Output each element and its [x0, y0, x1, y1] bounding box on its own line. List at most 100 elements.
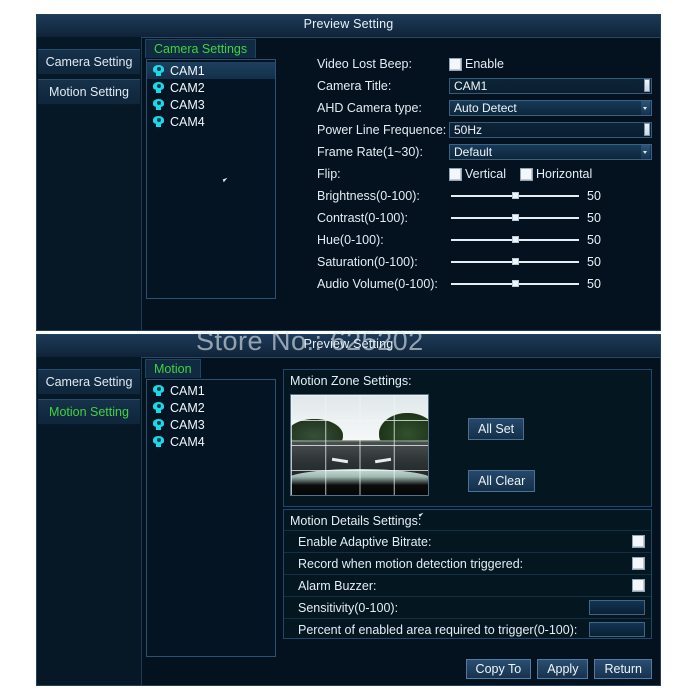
motion-zone-grid[interactable] — [291, 395, 428, 495]
field-label: Saturation(0-100): — [317, 255, 418, 269]
sidebar-item-motion-setting[interactable]: Motion Setting — [38, 399, 140, 425]
flip-horizontal-checkbox[interactable] — [520, 167, 533, 181]
list-item[interactable]: CAM4 — [147, 113, 275, 130]
sidebar-item-camera-setting[interactable]: Camera Setting — [38, 369, 140, 395]
contrast-value: 50 — [587, 211, 601, 225]
camera-label: CAM3 — [170, 417, 205, 432]
sidebar-camera: Camera Setting Motion Setting — [37, 37, 142, 330]
contrast-slider[interactable] — [451, 211, 579, 225]
camera-label: CAM4 — [170, 434, 205, 449]
camera-title-input[interactable]: CAM1 — [449, 78, 652, 94]
sidebar-item-motion-setting[interactable]: Motion Setting — [38, 79, 140, 105]
percent-enabled-area-input[interactable] — [589, 622, 645, 637]
list-item[interactable]: CAM3 — [147, 96, 275, 113]
tab-camera-settings[interactable]: Camera Settings — [145, 39, 257, 58]
power-line-frequence-caret — [644, 123, 650, 136]
camera-label: CAM1 — [170, 383, 205, 398]
field-camera-title: Camera Title: CAM1 — [317, 75, 652, 97]
alarm-buzzer-checkbox[interactable] — [632, 579, 645, 592]
hue-value: 50 — [587, 233, 601, 247]
camera-icon — [153, 65, 164, 76]
field-flip: Flip: Vertical Horizontal — [317, 163, 652, 185]
sidebar-item-camera-setting[interactable]: Camera Setting — [38, 49, 140, 75]
sidebar-item-label: Camera Setting — [45, 375, 133, 389]
record-on-motion-checkbox[interactable] — [632, 557, 645, 570]
camera-icon — [153, 99, 164, 110]
slider-knob[interactable] — [512, 258, 519, 265]
saturation-slider[interactable] — [451, 255, 579, 269]
row-label: Record when motion detection triggered: — [298, 556, 524, 571]
checkbox-label: Horizontal — [536, 167, 593, 181]
row-label: Alarm Buzzer: — [298, 578, 377, 593]
enable-adaptive-bitrate-checkbox[interactable] — [632, 535, 645, 548]
chevron-down-icon[interactable] — [641, 101, 650, 115]
preview-setting-window-motion: Preview Setting Camera Setting Motion Se… — [36, 334, 661, 686]
hue-slider[interactable] — [451, 233, 579, 247]
audio-volume-slider[interactable] — [451, 277, 579, 291]
checkbox-label: Enable — [465, 57, 504, 71]
field-audio-volume: Audio Volume(0-100): 50 — [317, 273, 652, 295]
field-label: Hue(0-100): — [317, 233, 384, 247]
sidebar-item-label: Motion Setting — [49, 85, 129, 99]
list-item[interactable]: CAM2 — [147, 79, 275, 96]
ahd-camera-type-select[interactable]: Auto Detect — [449, 100, 652, 116]
camera-label: CAM4 — [170, 114, 205, 129]
field-label: Power Line Frequence: — [317, 123, 447, 137]
camera-icon — [153, 116, 164, 127]
field-ahd-camera-type: AHD Camera type: Auto Detect — [317, 97, 652, 119]
camera-list-camera-panel[interactable]: CAM1 CAM2 CAM3 CAM4 — [146, 59, 276, 299]
button-label: Return — [604, 662, 642, 676]
video-lost-beep-checkbox[interactable] — [449, 57, 462, 71]
all-set-button[interactable]: All Set — [468, 418, 525, 440]
button-label: All Set — [478, 422, 515, 436]
row-label: Sensitivity(0-100): — [298, 600, 399, 615]
frame-rate-value: Default — [454, 145, 493, 159]
camera-label: CAM1 — [170, 63, 205, 78]
list-item[interactable]: CAM1 — [147, 382, 275, 399]
camera-label: CAM2 — [170, 80, 205, 95]
saturation-value: 50 — [587, 255, 601, 269]
list-item[interactable]: CAM2 — [147, 399, 275, 416]
motion-zone-panel: Motion Zone Settings: All Set All Clear — [283, 369, 652, 507]
list-item[interactable]: CAM1 — [147, 62, 275, 79]
slider-knob[interactable] — [512, 280, 519, 287]
button-label: Copy To — [475, 662, 522, 676]
camera-list-motion-panel[interactable]: CAM1 CAM2 CAM3 CAM4 — [146, 379, 276, 657]
copy-to-button[interactable]: Copy To — [465, 659, 532, 679]
tab-label: Camera Settings — [154, 42, 248, 56]
all-clear-button[interactable]: All Clear — [468, 470, 536, 492]
tab-motion[interactable]: Motion — [145, 359, 201, 378]
field-brightness: Brightness(0-100): 50 — [317, 185, 652, 207]
list-item[interactable]: CAM3 — [147, 416, 275, 433]
button-label: All Clear — [478, 474, 526, 488]
motion-zone-preview[interactable] — [290, 394, 429, 496]
field-label: Brightness(0-100): — [317, 189, 420, 203]
window-title: Preview Setting — [303, 337, 394, 351]
titlebar-motion: Preview Setting — [37, 335, 660, 358]
slider-knob[interactable] — [512, 236, 519, 243]
brightness-value: 50 — [587, 189, 601, 203]
chevron-down-icon[interactable] — [641, 145, 650, 159]
power-line-frequence-input[interactable]: 50Hz — [449, 122, 652, 138]
frame-rate-select[interactable]: Default — [449, 144, 652, 160]
apply-button[interactable]: Apply — [537, 659, 589, 679]
sensitivity-input[interactable] — [589, 600, 645, 615]
field-label: Audio Volume(0-100): — [317, 277, 438, 291]
camera-icon — [153, 82, 164, 93]
brightness-slider[interactable] — [451, 189, 579, 203]
slider-knob[interactable] — [512, 192, 519, 199]
slider-knob[interactable] — [512, 214, 519, 221]
field-saturation: Saturation(0-100): 50 — [317, 251, 652, 273]
row-alarm-buzzer: Alarm Buzzer: — [284, 574, 651, 596]
audio-volume-value: 50 — [587, 277, 601, 291]
window-body-motion: Camera Setting Motion Setting Motion CAM… — [37, 357, 660, 685]
field-label: Flip: — [317, 167, 341, 181]
row-label: Percent of enabled area required to trig… — [298, 622, 578, 637]
camera-title-caret — [644, 79, 650, 92]
row-label: Enable Adaptive Bitrate: — [298, 534, 432, 549]
list-item[interactable]: CAM4 — [147, 433, 275, 450]
return-button[interactable]: Return — [594, 659, 652, 679]
window-body-camera: Camera Setting Motion Setting Camera Set… — [37, 37, 660, 330]
flip-vertical-checkbox[interactable] — [449, 167, 462, 181]
checkbox-label: Vertical — [465, 167, 506, 181]
